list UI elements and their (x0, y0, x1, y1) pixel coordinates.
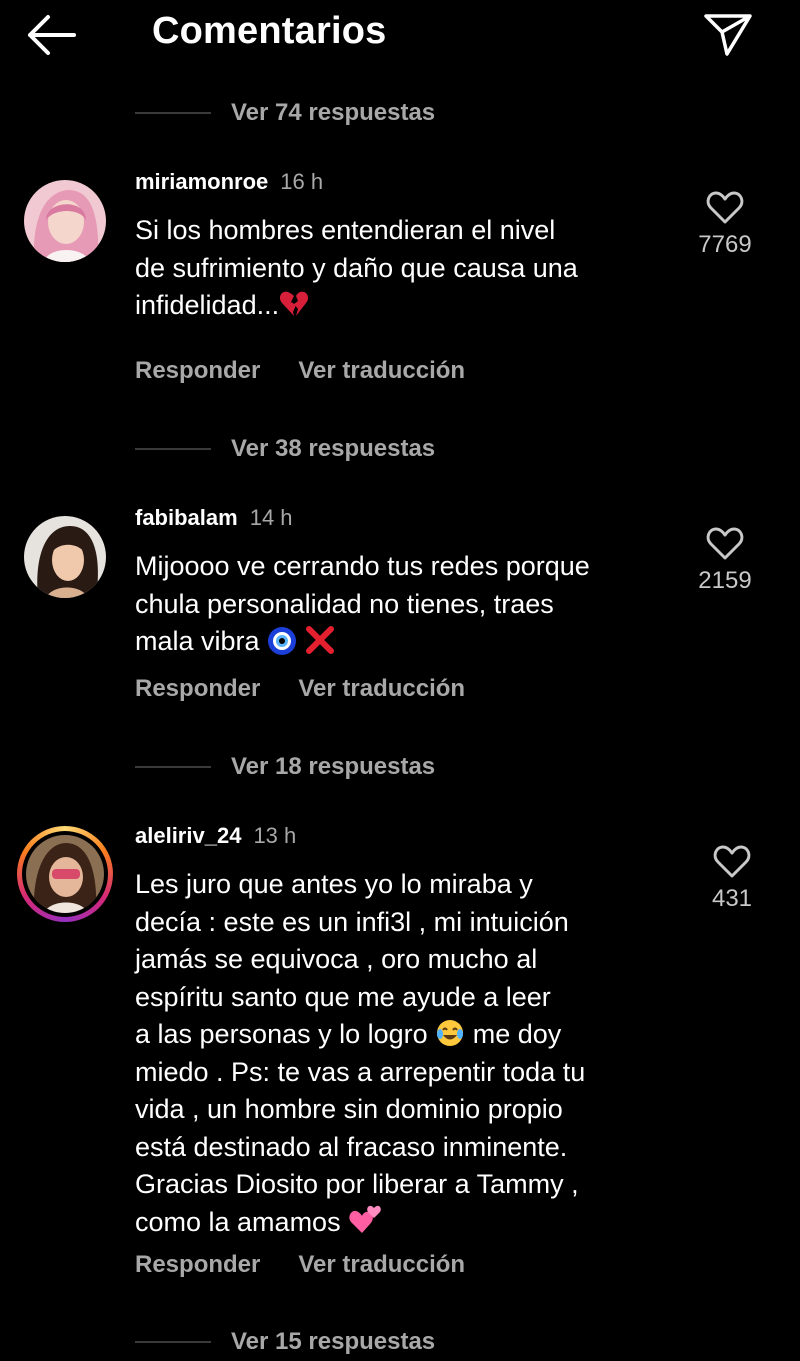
arrow-left-icon[interactable] (22, 12, 80, 58)
top-bar: Comentarios (0, 0, 800, 70)
like-count: 2159 (698, 567, 752, 594)
comment-text-line: jamás se equivoca , oro mucho al (135, 944, 538, 974)
see-translation-button[interactable]: Ver traducción (298, 1251, 465, 1279)
comment-meta: miriamonroe 16 h (135, 169, 323, 195)
paper-plane-icon[interactable] (700, 8, 756, 58)
divider (135, 766, 211, 768)
comment-time: 13 h (253, 823, 297, 848)
heart-outline-icon[interactable] (706, 527, 744, 561)
avatar[interactable] (24, 516, 106, 598)
comment-time: 16 h (280, 169, 324, 194)
reply-button[interactable]: Responder (135, 1251, 260, 1279)
page-title: Comentarios (152, 10, 387, 52)
comment-text-line: miedo . Ps: te vas a arrepentir toda tu (135, 1056, 586, 1087)
view-replies-button[interactable]: Ver 15 respuestas (135, 1327, 435, 1357)
comment-text-line: espíritu santo que me ayude a leer (135, 981, 551, 1012)
comment-time: 14 h (249, 505, 293, 530)
comment-username[interactable]: aleliriv_24 (135, 823, 241, 848)
tears-of-joy-emoji (437, 1020, 464, 1046)
comment-text-line: mala vibra (135, 626, 260, 656)
divider (135, 1341, 211, 1343)
comment-username[interactable]: miriamonroe (135, 169, 268, 194)
reply-button[interactable]: Responder (135, 675, 260, 703)
avatar-story-ring[interactable] (17, 826, 113, 922)
comment-text-line: Mijoooo ve cerrando tus redes porque (135, 551, 590, 581)
comment-meta: fabibalam 14 h (135, 505, 293, 531)
like-area: 7769 (685, 191, 765, 259)
comment-text-line: como la amamos (135, 1206, 341, 1237)
nazar-amulet-emoji (268, 627, 297, 655)
comment-text-line: Si los hombres entendieran el nivel (135, 215, 556, 245)
comment-username[interactable]: fabibalam (135, 505, 238, 530)
like-area: 2159 (685, 527, 765, 595)
like-count: 7769 (698, 231, 752, 258)
view-replies-button[interactable]: Ver 38 respuestas (135, 434, 435, 464)
comment-text: Les juro que antes yo lo miraba y decía … (135, 866, 680, 1241)
avatar (26, 835, 104, 913)
comment-text: Mijoooo ve cerrando tus redes porque chu… (135, 548, 680, 661)
comment-text-line: decía : este es un infi3l , mi intuición (135, 906, 569, 937)
avatar-photo (24, 516, 106, 598)
avatar[interactable] (24, 180, 106, 262)
divider (135, 112, 211, 114)
cross-mark-emoji (305, 626, 334, 654)
view-replies-label: Ver 38 respuestas (231, 435, 436, 462)
see-translation-button[interactable]: Ver traducción (298, 675, 465, 703)
comment-text-line: de sufrimiento y daño que causa una (135, 252, 578, 283)
two-hearts-emoji (349, 1205, 381, 1233)
comment-actions: Responder Ver traducción (135, 357, 465, 385)
view-replies-button[interactable]: Ver 18 respuestas (135, 752, 435, 782)
comment-text-line: infidelidad... (135, 290, 280, 320)
avatar-ring-gap (22, 831, 108, 917)
comment-text-line: está destinado al fracaso inminente. (135, 1131, 568, 1162)
comment-text: Si los hombres entendieran el nivel de s… (135, 212, 680, 325)
like-count: 431 (711, 885, 753, 912)
comment-actions: Responder Ver traducción (135, 1251, 465, 1279)
comment-text-line: me doy (472, 1019, 562, 1049)
view-replies-button[interactable]: Ver 74 respuestas (135, 98, 435, 128)
comment-text-line: chula personalidad no tienes, traes (135, 588, 554, 619)
view-replies-label: Ver 74 respuestas (231, 99, 436, 126)
heart-outline-icon[interactable] (706, 191, 744, 225)
avatar-photo (24, 180, 106, 262)
view-replies-label: Ver 15 respuestas (231, 1328, 436, 1355)
broken-heart-emoji (280, 291, 309, 316)
comment-text-line: Les juro que antes yo lo miraba y (135, 869, 533, 899)
see-translation-button[interactable]: Ver traducción (298, 357, 465, 385)
avatar-photo (26, 835, 104, 913)
comment-text-line: a las personas y lo logro (135, 1019, 428, 1049)
divider (135, 448, 211, 450)
comment-meta: aleliriv_24 13 h (135, 823, 296, 849)
comment-text-line: Gracias Diosito por liberar a Tammy , (135, 1169, 579, 1199)
reply-button[interactable]: Responder (135, 357, 260, 385)
view-replies-label: Ver 18 respuestas (231, 753, 436, 780)
comment-text-line: vida , un hombre sin dominio propio (135, 1094, 563, 1124)
like-area: 431 (692, 845, 772, 913)
heart-outline-icon[interactable] (713, 845, 751, 879)
comment-actions: Responder Ver traducción (135, 675, 465, 703)
